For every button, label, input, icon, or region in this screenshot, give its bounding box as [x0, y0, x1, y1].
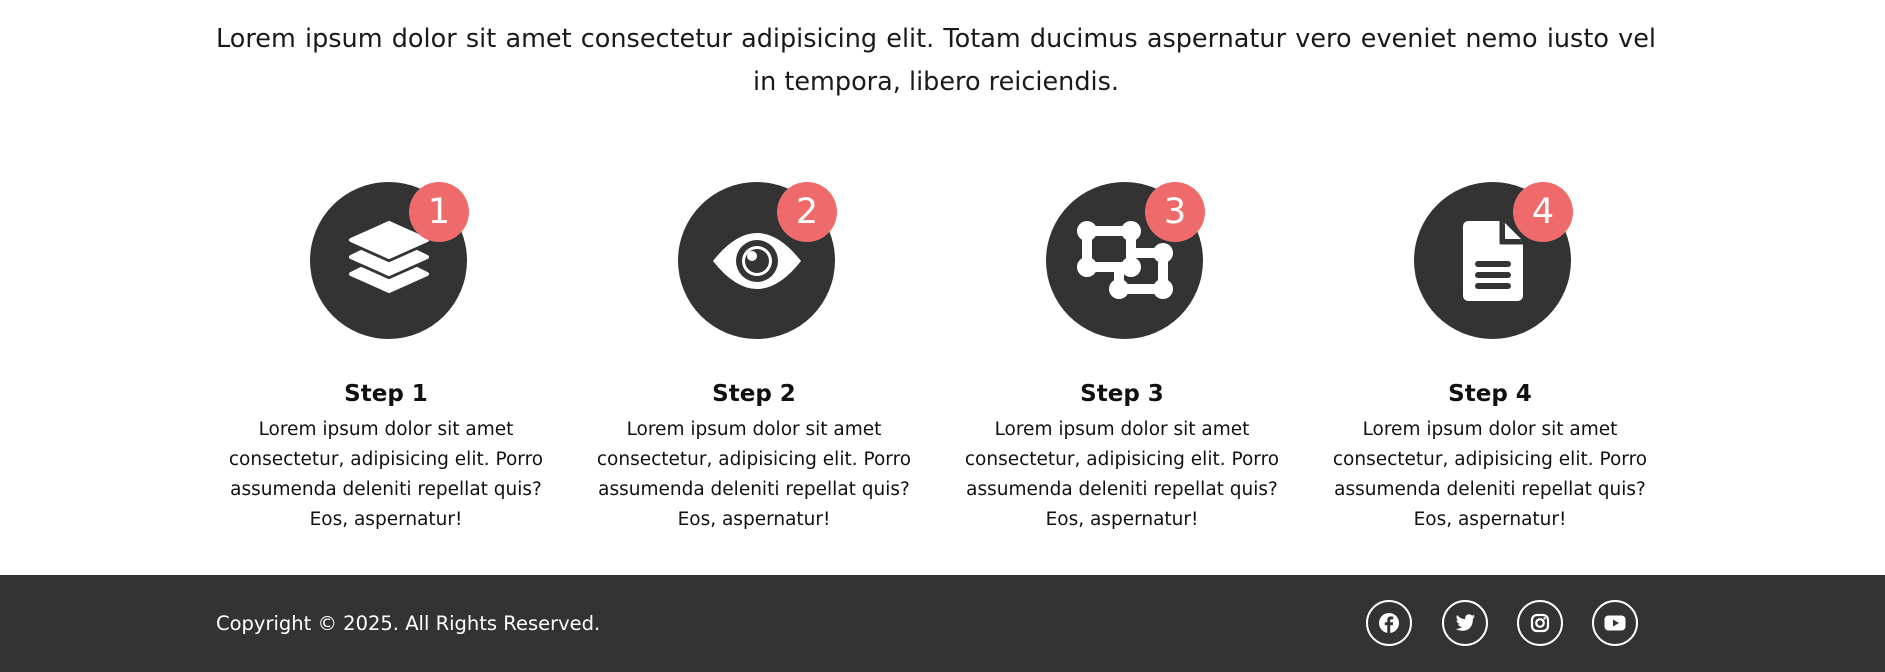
- step-description: Lorem ipsum dolor sit amet consectetur, …: [964, 419, 1280, 530]
- site-footer: Copyright © 2025. All Rights Reserved.: [0, 575, 1885, 672]
- youtube-link[interactable]: [1592, 600, 1638, 646]
- step-title: Step 4: [1448, 381, 1532, 407]
- file-lines-icon: [1462, 220, 1523, 301]
- twitter-icon: [1455, 614, 1475, 631]
- twitter-link[interactable]: [1442, 600, 1488, 646]
- facebook-icon: [1379, 613, 1399, 633]
- step-number-badge: 2: [777, 182, 837, 242]
- step-title: Step 3: [1080, 381, 1164, 407]
- step-number-badge: 3: [1145, 182, 1205, 242]
- step-title: Step 1: [344, 381, 428, 407]
- intro-text: Lorem ipsum dolor sit amet consectetur a…: [216, 24, 1656, 97]
- step-title: Step 2: [712, 381, 796, 407]
- copyright-text: Copyright © 2025. All Rights Reserved.: [216, 612, 601, 635]
- facebook-link[interactable]: [1366, 600, 1412, 646]
- step-description: Lorem ipsum dolor sit amet consectetur, …: [596, 419, 912, 530]
- step-description: Lorem ipsum dolor sit amet consectetur, …: [1332, 419, 1648, 530]
- youtube-icon: [1604, 615, 1626, 631]
- instagram-link[interactable]: [1517, 600, 1563, 646]
- page: Lorem ipsum dolor sit amet consectetur a…: [0, 0, 1885, 672]
- step-number-badge: 1: [409, 182, 469, 242]
- step-description: Lorem ipsum dolor sit amet consectetur, …: [228, 419, 544, 530]
- instagram-icon: [1530, 613, 1550, 633]
- steps-section: 1 Step 1 Lorem ipsum dolor sit amet cons…: [216, 182, 1688, 542]
- step-number-badge: 4: [1513, 182, 1573, 242]
